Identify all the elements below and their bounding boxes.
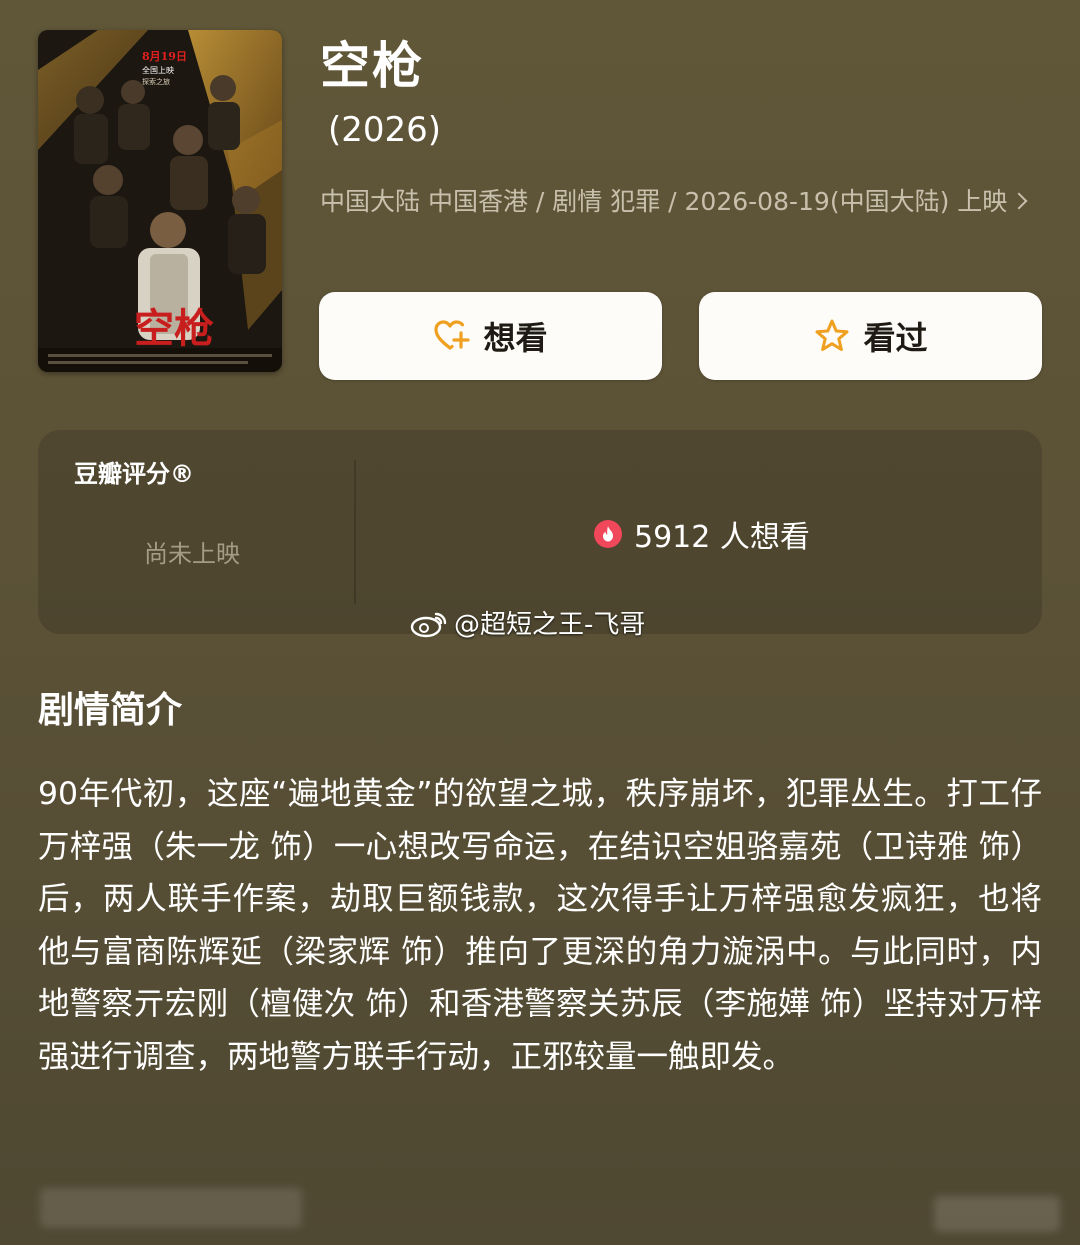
want-to-watch-button[interactable]: 想看	[319, 292, 662, 380]
movie-year: (2026)	[328, 110, 442, 150]
weibo-watermark: @超短之王-飞哥	[410, 604, 645, 641]
blurred-footer-link	[934, 1196, 1060, 1232]
synopsis-body: 90年代初，这座“遍地黄金”的欲望之城，秩序崩坏，犯罪丛生。打工仔万梓强（朱一龙…	[38, 776, 1042, 1075]
rating-divider	[354, 460, 356, 604]
poster-release-date: 8月19日	[142, 50, 187, 63]
synopsis-heading: 剧情简介	[38, 690, 183, 731]
watermark-text: @超短之王-飞哥	[454, 610, 646, 640]
star-icon	[815, 319, 849, 351]
movie-meta[interactable]: 中国大陆 中国香港 / 剧情 犯罪 / 2026-08-19(中国大陆) 上映	[320, 180, 1040, 224]
blurred-footer-text	[40, 1188, 302, 1228]
want-to-watch-label: 想看	[483, 319, 548, 357]
watched-label: 看过	[863, 319, 928, 357]
movie-meta-text: 中国大陆 中国香港 / 剧情 犯罪 / 2026-08-19(中国大陆) 上映	[320, 187, 1008, 216]
poster-release-text: 全国上映	[142, 65, 174, 75]
heart-plus-icon	[434, 320, 471, 350]
douban-rating-brand: 豆瓣评分®	[74, 460, 194, 488]
wish-count[interactable]: 5912 人想看	[594, 512, 810, 556]
wish-count-text: 5912 人想看	[634, 520, 810, 555]
weibo-icon	[410, 612, 447, 637]
poster-calligraphy-title: 空枪	[134, 305, 214, 352]
movie-title: 空枪	[320, 37, 424, 95]
flame-icon	[594, 520, 622, 548]
poster-artwork: 空枪 8月19日 全国上映 探索之旅	[38, 30, 282, 372]
movie-poster[interactable]: 空枪 8月19日 全国上映 探索之旅	[38, 30, 282, 372]
chevron-right-icon	[1010, 192, 1028, 210]
rating-status: 尚未上映	[144, 540, 240, 568]
poster-tagline: 探索之旅	[142, 77, 170, 86]
watched-button[interactable]: 看过	[699, 292, 1042, 380]
